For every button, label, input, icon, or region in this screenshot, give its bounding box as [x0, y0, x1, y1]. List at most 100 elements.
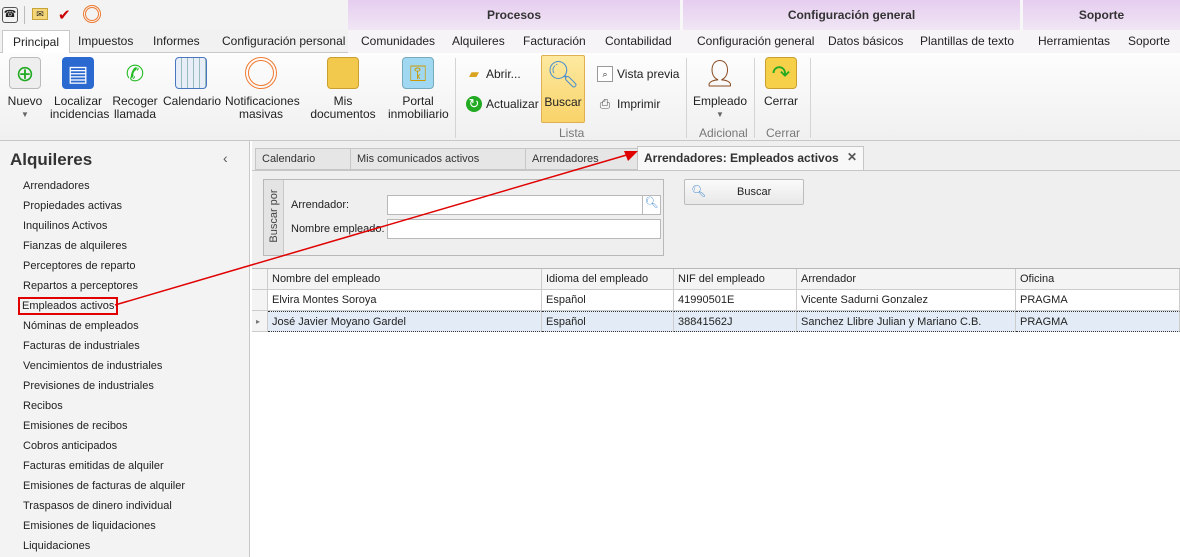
broadcast-icon[interactable] [83, 5, 101, 23]
context-group-soporte: Soporte [1023, 0, 1180, 30]
tab-herramientas[interactable]: Herramientas [1038, 34, 1110, 48]
sidebar-item[interactable]: Nóminas de empleados [23, 320, 139, 332]
tab-soporte[interactable]: Soporte [1128, 34, 1170, 48]
divider [810, 58, 811, 138]
column-header[interactable]: Oficina [1016, 269, 1180, 290]
actualizar-button[interactable]: ↻ Actualizar [466, 96, 539, 112]
table-cell[interactable]: PRAGMA [1016, 290, 1180, 311]
person-icon: 👤︎ [703, 57, 737, 88]
mis-documentos-button[interactable]: Mis documentos [302, 57, 384, 121]
doc-tab-mis-comunicados[interactable]: Mis comunicados activos [350, 148, 526, 170]
context-group-configuracion: Configuración general [683, 0, 1023, 30]
tab-plantillas-texto[interactable]: Plantillas de texto [920, 34, 1014, 48]
calendario-button[interactable]: Calendario [163, 57, 221, 108]
sidebar-item[interactable]: Recibos [23, 400, 63, 412]
table-cell[interactable]: Elvira Montes Soroya [268, 290, 542, 311]
arrendador-input[interactable] [387, 195, 643, 215]
sidebar-item[interactable]: Fianzas de alquileres [23, 240, 127, 252]
row-indicator[interactable] [252, 290, 268, 311]
buscar-ribbon-button[interactable]: 🔍︎ Buscar [541, 55, 585, 123]
mail-icon[interactable]: ✉ [32, 8, 48, 20]
close-tab-icon[interactable]: ✕ [847, 150, 857, 164]
cerrar-button[interactable]: ↷ Cerrar [760, 57, 802, 108]
sidebar-item[interactable]: Previsiones de industriales [23, 380, 154, 392]
refresh-icon: ↻ [466, 96, 482, 112]
sidebar-item[interactable]: Inquilinos Activos [23, 220, 107, 232]
tab-facturacion[interactable]: Facturación [523, 34, 586, 48]
calendar-icon [175, 57, 207, 89]
file-cabinet-icon: ▤ [62, 57, 94, 89]
nombre-empleado-input[interactable] [387, 219, 661, 239]
tab-configuracion-personal[interactable]: Configuración personal [222, 34, 345, 48]
printer-icon: ⎙ [599, 96, 611, 111]
filter-panel [263, 179, 664, 256]
tab-comunidades[interactable]: Comunidades [361, 34, 435, 48]
sidebar-item[interactable]: Propiedades activas [23, 200, 122, 212]
phone-call-icon: ✆ [125, 60, 145, 86]
tab-impuestos[interactable]: Impuestos [78, 34, 133, 48]
column-header[interactable]: Nombre del empleado [268, 269, 542, 290]
group-label-adicional: Adicional [699, 126, 748, 140]
table-cell[interactable]: PRAGMA [1016, 311, 1180, 332]
filter-group-label: Buscar por [268, 189, 280, 243]
doc-tab-arrendadores[interactable]: Arrendadores [525, 148, 638, 170]
sidebar-item[interactable]: Facturas de industriales [23, 340, 140, 352]
column-header[interactable]: NIF del empleado [674, 269, 797, 290]
empleado-button[interactable]: 👤︎ Empleado ▼ [692, 57, 748, 121]
magnifier-icon: 🔍︎ [691, 184, 707, 198]
doc-tab-calendario[interactable]: Calendario [255, 148, 351, 170]
table-cell[interactable]: Español [542, 311, 674, 332]
table-cell[interactable]: Español [542, 290, 674, 311]
open-folder-icon: ▰ [469, 66, 479, 81]
nuevo-button[interactable]: ⊕ Nuevo ▼ [4, 57, 46, 121]
group-label-cerrar: Cerrar [766, 126, 801, 140]
sidebar-item[interactable]: Repartos a perceptores [23, 280, 138, 292]
notificaciones-masivas-button[interactable]: Notificaciones masivas [225, 57, 300, 121]
preview-icon: ⌕ [597, 66, 613, 82]
tab-contabilidad[interactable]: Contabilidad [605, 34, 672, 48]
sidebar-item[interactable]: Arrendadores [23, 180, 90, 192]
tab-configuracion-general[interactable]: Configuración general [697, 34, 814, 48]
tab-datos-basicos[interactable]: Datos básicos [828, 34, 903, 48]
tab-informes[interactable]: Informes [153, 34, 200, 48]
new-document-icon: ⊕ [9, 57, 41, 89]
table-cell[interactable]: José Javier Moyano Gardel [268, 311, 542, 332]
sidebar-item[interactable]: Empleados activos [18, 297, 119, 315]
portal-inmobiliario-button[interactable]: ⚿ Portal inmobiliario [388, 57, 449, 121]
table-cell[interactable]: Vicente Sadurni Gonzalez [797, 290, 1016, 311]
group-label-lista: Lista [559, 126, 585, 140]
arrendador-search-icon[interactable]: 🔍︎ [642, 195, 661, 215]
table-cell[interactable]: Sanchez Llibre Julian y Mariano C.B. [797, 311, 1016, 332]
magnifier-icon: 🔍︎ [546, 58, 580, 89]
localizar-incidencias-button[interactable]: ▤ Localizar incidencias [50, 57, 109, 121]
row-indicator[interactable]: ▸ [252, 311, 268, 332]
sidebar-item[interactable]: Vencimientos de industriales [23, 360, 162, 372]
column-header[interactable]: Arrendador [797, 269, 1016, 290]
context-group-procesos: Procesos [348, 0, 683, 30]
sidebar-item[interactable]: Emisiones de facturas de alquiler [23, 480, 185, 492]
sidebar-item[interactable]: Perceptores de reparto [23, 260, 136, 272]
table-cell[interactable]: 38841562J [674, 311, 797, 332]
buscar-button[interactable]: 🔍︎ Buscar [684, 179, 804, 205]
broadcast-icon [245, 57, 277, 89]
phone-app-icon[interactable]: ☎ [2, 7, 18, 23]
sidebar-item[interactable]: Traspasos de dinero individual [23, 500, 172, 512]
recoger-llamada-button[interactable]: ✆ Recoger llamada [110, 57, 160, 121]
sidebar-item[interactable]: Liquidaciones [23, 540, 90, 552]
vista-previa-button[interactable]: ⌕ Vista previa [597, 66, 679, 82]
imprimir-button[interactable]: ⎙ Imprimir [597, 96, 661, 112]
doc-tab-empleados-activos[interactable]: Arrendadores: Empleados activos ✕ [637, 146, 864, 170]
tab-principal[interactable]: Principal [2, 30, 71, 54]
tab-alquileres[interactable]: Alquileres [452, 34, 505, 48]
portal-key-icon: ⚿ [402, 57, 434, 89]
sidebar-item[interactable]: Emisiones de recibos [23, 420, 128, 432]
folder-icon [327, 57, 359, 89]
clipboard-check-icon[interactable]: ✔ [58, 6, 71, 24]
column-header[interactable]: Idioma del empleado [542, 269, 674, 290]
sidebar-item[interactable]: Cobros anticipados [23, 440, 117, 452]
sidebar-item[interactable]: Facturas emitidas de alquiler [23, 460, 164, 472]
collapse-chevron-icon[interactable]: ‹ [223, 150, 228, 166]
abrir-button[interactable]: ▰ Abrir... [466, 66, 521, 82]
table-cell[interactable]: 41990501E [674, 290, 797, 311]
sidebar-item[interactable]: Emisiones de liquidaciones [23, 520, 156, 532]
